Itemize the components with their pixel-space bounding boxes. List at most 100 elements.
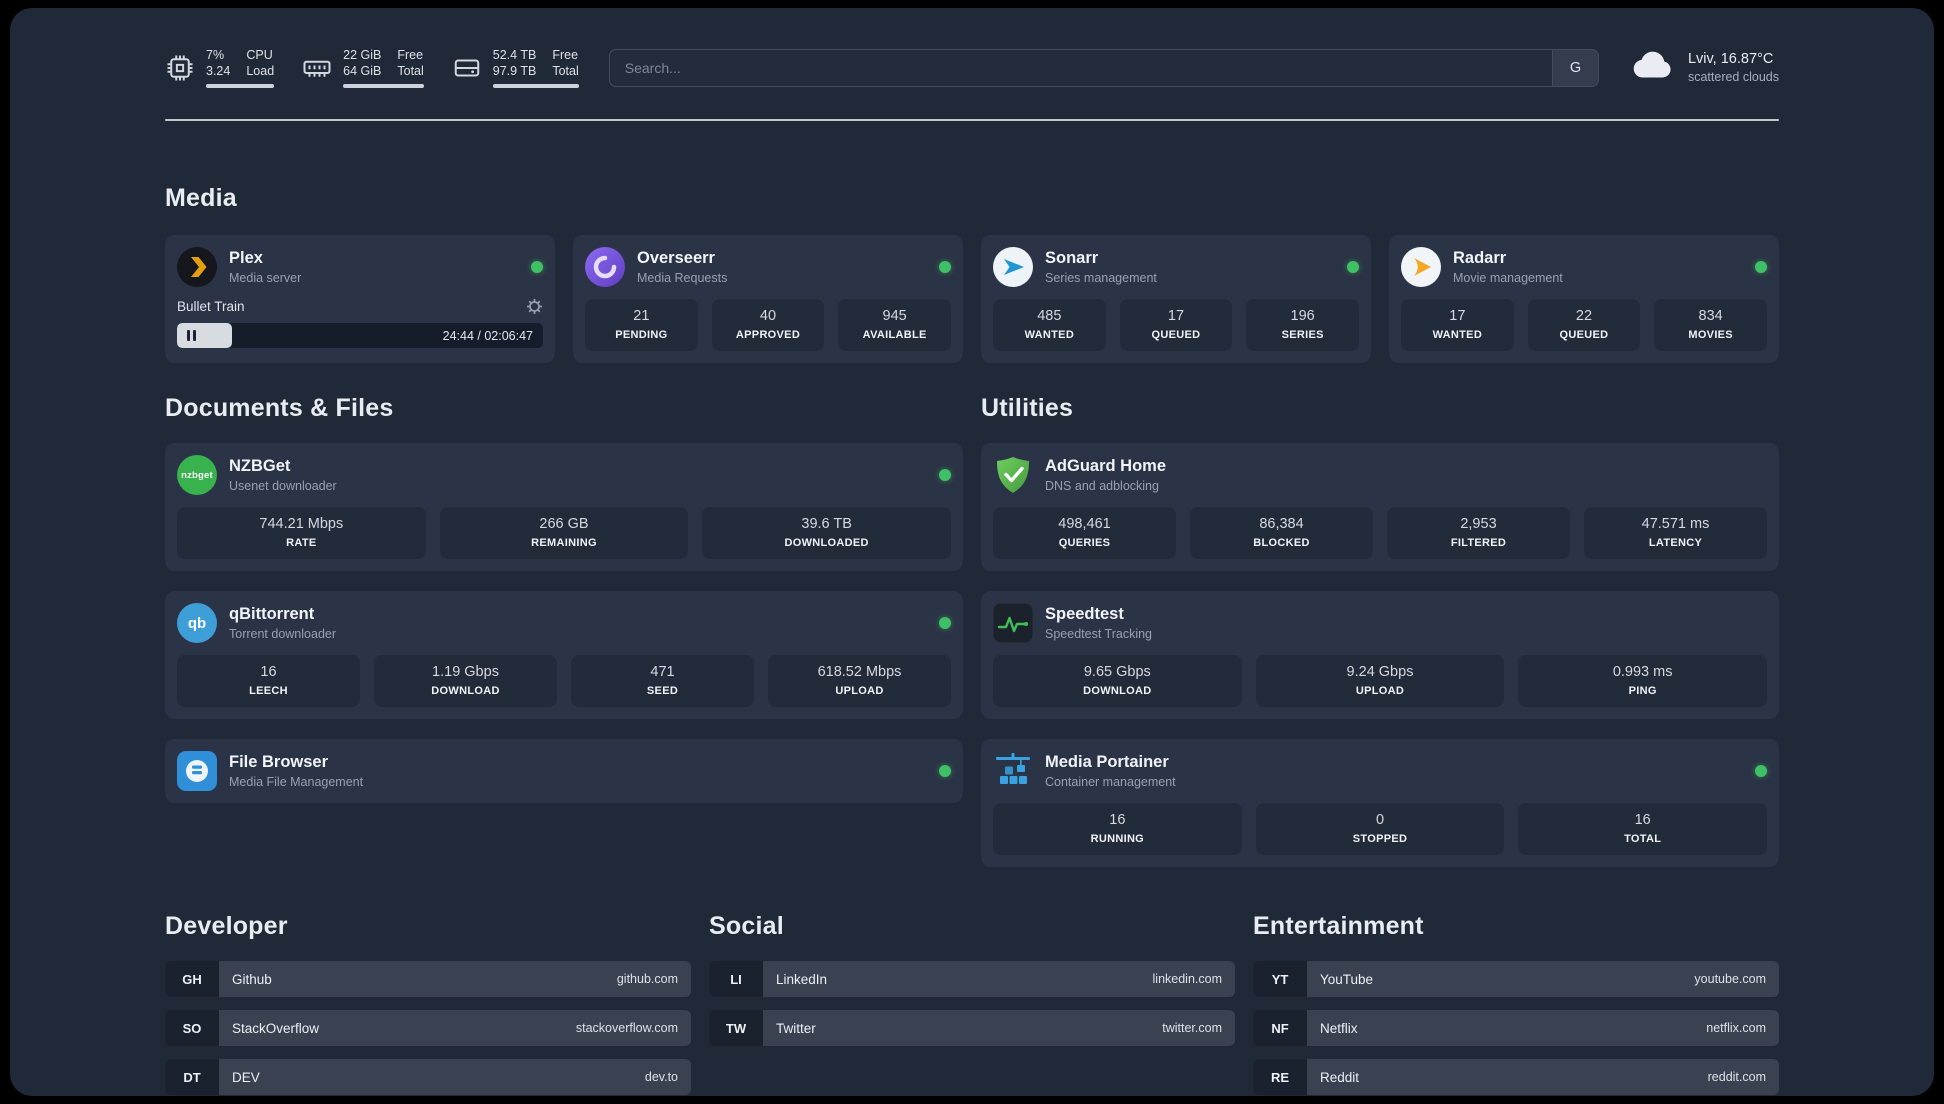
bookmark-stackoverflow[interactable]: SO StackOverflow stackoverflow.com	[165, 1010, 691, 1046]
media-settings-gear-icon[interactable]	[526, 298, 543, 315]
search-engine-button[interactable]: G	[1551, 49, 1598, 86]
media-section: Media Plex Media server Bullet Train 24:…	[165, 181, 1779, 363]
cpu-label-2: Load	[246, 63, 275, 78]
nzbget-subtitle: Usenet downloader	[229, 479, 337, 493]
playback-progress-fill	[177, 323, 232, 348]
bookmark-reddit[interactable]: RE Reddit reddit.com	[1253, 1059, 1779, 1095]
overseerr-icon	[585, 247, 625, 287]
stat-tile: 834 MOVIES	[1654, 299, 1767, 351]
bookmark-abbr: RE	[1253, 1059, 1307, 1095]
developer-section: Developer GH Github github.com SO StackOv…	[165, 909, 691, 1095]
disk-usage-bar	[492, 83, 579, 88]
bookmark-youtube[interactable]: YT YouTube youtube.com	[1253, 961, 1779, 997]
weather-location: Lviv, 16.87°C	[1687, 51, 1774, 67]
disk-total-label: Total	[552, 63, 579, 78]
bookmark-abbr: TW	[709, 1010, 763, 1046]
portainer-name: Media Portainer	[1045, 753, 1169, 771]
media-section-title: Media	[165, 184, 237, 212]
sonarr-status-dot	[1347, 261, 1359, 273]
utilities-section-title: Utilities	[981, 394, 1074, 422]
ram-free-label: Free	[397, 47, 424, 62]
sonarr-card[interactable]: Sonarr Series management 485 WANTED 17 QUE…	[981, 235, 1371, 363]
dashboard-panel: 7% 3.24 CPU Load 22 GiB 64 GiB Free Tota…	[10, 8, 1934, 1096]
bookmark-abbr: DT	[165, 1059, 219, 1095]
adguard-name: AdGuard Home	[1045, 457, 1167, 475]
bookmark-name: Netflix	[1320, 1020, 1358, 1036]
documents-section-title: Documents & Files	[165, 394, 394, 422]
pause-icon[interactable]	[187, 330, 196, 341]
portainer-icon	[993, 751, 1033, 791]
qbittorrent-name: qBittorrent	[229, 605, 315, 623]
bookmark-twitter[interactable]: TW Twitter twitter.com	[709, 1010, 1235, 1046]
bookmark-url: stackoverflow.com	[575, 1021, 678, 1035]
qbittorrent-card[interactable]: qb qBittorrent Torrent downloader 16 LEEC…	[165, 591, 963, 719]
playback-progress-bar[interactable]: 24:44 / 02:06:47	[177, 323, 543, 348]
bookmark-url: reddit.com	[1707, 1070, 1766, 1084]
search-bar: G	[608, 48, 1599, 87]
disk-metric: 52.4 TB 97.9 TB Free Total	[452, 48, 579, 88]
search-input[interactable]	[609, 59, 1552, 76]
system-metrics: 7% 3.24 CPU Load 22 GiB 64 GiB Free Tota…	[165, 48, 579, 88]
bookmark-github[interactable]: GH Github github.com	[165, 961, 691, 997]
documents-section: Documents & Files nzbget NZBGet Usenet d…	[165, 391, 963, 803]
stat-tile: 0 STOPPED	[1255, 803, 1505, 855]
bookmark-abbr: YT	[1253, 961, 1307, 997]
utilities-section: Utilities AdGuard Home DNS and adblockin…	[981, 391, 1779, 867]
playback-time: 24:44 / 02:06:47	[442, 328, 533, 343]
nzbget-icon: nzbget	[177, 455, 217, 495]
overseerr-card[interactable]: Overseerr Media Requests 21 PENDING 40 APP…	[573, 235, 963, 363]
overseerr-name: Overseerr	[637, 249, 715, 267]
cpu-icon	[165, 53, 195, 83]
stat-tile: 266 GB REMAINING	[439, 507, 689, 559]
bookmark-linkedin[interactable]: LI LinkedIn linkedin.com	[709, 961, 1235, 997]
plex-card[interactable]: Plex Media server Bullet Train 24:44 / 0…	[165, 235, 555, 363]
plex-icon	[177, 247, 217, 287]
bookmark-name: DEV	[232, 1069, 260, 1085]
plex-subtitle: Media server	[229, 271, 302, 285]
adguard-card[interactable]: AdGuard Home DNS and adblocking 498,461 Q…	[981, 443, 1779, 571]
stat-tile: 196 SERIES	[1246, 299, 1359, 351]
bookmark-netflix[interactable]: NF Netflix netflix.com	[1253, 1010, 1779, 1046]
entertainment-section-title: Entertainment	[1253, 912, 1424, 940]
speedtest-icon	[993, 603, 1033, 643]
bookmark-url: youtube.com	[1694, 972, 1766, 986]
filebrowser-icon	[177, 751, 217, 791]
disk-icon	[452, 53, 482, 83]
developer-section-title: Developer	[165, 912, 288, 940]
weather-condition: scattered clouds	[1687, 70, 1779, 84]
stat-tile: 22 QUEUED	[1527, 299, 1641, 351]
bookmark-name: Reddit	[1320, 1069, 1360, 1085]
stat-tile: 744.21 Mbps RATE	[177, 507, 426, 559]
radarr-subtitle: Movie management	[1453, 271, 1563, 285]
bookmark-abbr: LI	[709, 961, 763, 997]
stat-tile: 16 TOTAL	[1518, 803, 1767, 855]
adguard-icon	[993, 455, 1033, 495]
radarr-card[interactable]: Radarr Movie management 17 WANTED 22 QUEUE…	[1389, 235, 1779, 363]
bookmark-name: Github	[232, 971, 272, 987]
entertainment-section: Entertainment YT YouTube youtube.com NF N…	[1253, 909, 1779, 1095]
stat-tile: 618.52 Mbps UPLOAD	[768, 655, 951, 707]
speedtest-card[interactable]: Speedtest Speedtest Tracking 9.65 Gbps DO…	[981, 591, 1779, 719]
qbittorrent-status-dot	[939, 617, 951, 629]
filebrowser-subtitle: Media File Management	[229, 775, 364, 789]
plex-status-dot	[531, 261, 543, 273]
cpu-usage-bar	[206, 83, 275, 88]
bookmark-abbr: GH	[165, 961, 219, 997]
nzbget-card[interactable]: nzbget NZBGet Usenet downloader 744.21 M…	[165, 443, 963, 571]
portainer-card[interactable]: Media Portainer Container management 16 R…	[981, 739, 1779, 867]
overseerr-status-dot	[939, 261, 951, 273]
disk-free-label: Free	[552, 47, 579, 62]
social-section: Social LI LinkedIn linkedin.com TW Twitte…	[709, 909, 1235, 1046]
stat-tile: 945 AVAILABLE	[838, 299, 951, 351]
stat-tile: 498,461 QUERIES	[993, 507, 1176, 559]
qbittorrent-subtitle: Torrent downloader	[229, 627, 337, 641]
stat-tile: 471 SEED	[571, 655, 754, 707]
stat-tile: 21 PENDING	[585, 299, 698, 351]
ram-metric: 22 GiB 64 GiB Free Total	[302, 48, 424, 88]
bookmark-dev[interactable]: DT DEV dev.to	[165, 1059, 691, 1095]
header-divider	[165, 119, 1779, 121]
cpu-load-value: 3.24	[206, 63, 231, 78]
filebrowser-card[interactable]: File Browser Media File Management	[165, 739, 963, 803]
radarr-status-dot	[1755, 261, 1767, 273]
stat-tile: 9.65 Gbps DOWNLOAD	[993, 655, 1242, 707]
